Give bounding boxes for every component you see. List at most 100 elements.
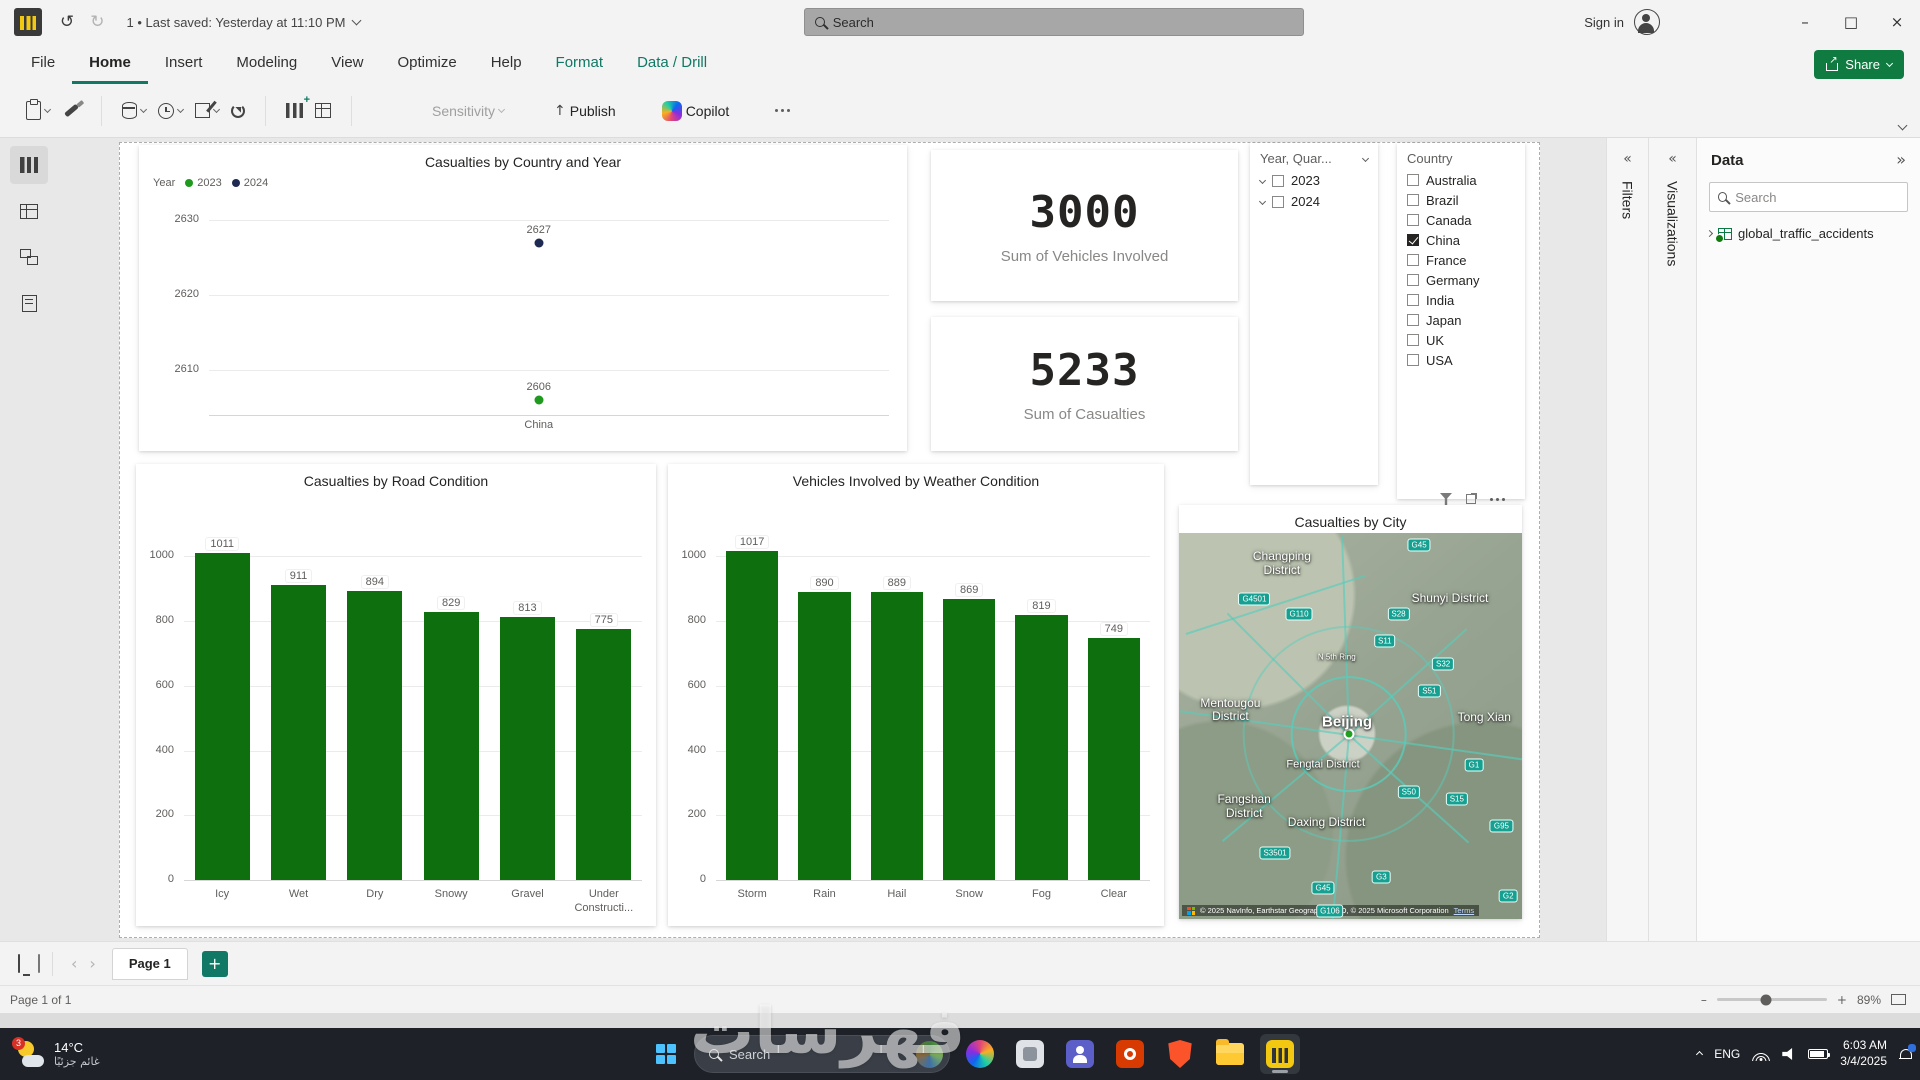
- text-box-button[interactable]: [311, 99, 335, 122]
- publish-button[interactable]: Publish: [550, 98, 620, 123]
- checkbox[interactable]: [1407, 354, 1419, 366]
- expand-chevron-icon[interactable]: [1259, 198, 1266, 205]
- slicer-header[interactable]: Year, Quar...: [1250, 143, 1378, 170]
- share-button[interactable]: Share: [1814, 50, 1904, 79]
- report-view-button[interactable]: [10, 146, 48, 184]
- map-terms-link[interactable]: Terms: [1454, 906, 1474, 915]
- close-button[interactable]: [1874, 0, 1920, 44]
- menu-tab[interactable]: View: [314, 44, 380, 84]
- collapse-ribbon-button[interactable]: [1899, 116, 1906, 134]
- menu-tab[interactable]: Format: [539, 44, 621, 84]
- slicer-year[interactable]: Year, Quar... 2023 2024: [1250, 143, 1378, 485]
- slicer-item[interactable]: Canada: [1397, 210, 1525, 230]
- checkbox[interactable]: [1407, 314, 1419, 326]
- expand-pane-icon[interactable]: [1649, 150, 1696, 167]
- sign-in-area[interactable]: Sign in: [1584, 0, 1660, 44]
- scatter-chart-casualties-by-country-year[interactable]: Casualties by Country and Year Year 2023…: [139, 145, 907, 451]
- bar-icy[interactable]: [195, 553, 250, 880]
- format-painter-button[interactable]: [58, 98, 85, 123]
- slicer-item[interactable]: Japan: [1397, 310, 1525, 330]
- legend-item[interactable]: 2024: [232, 177, 268, 189]
- map-casualties-by-city[interactable]: Casualties by City © 20: [1179, 505, 1522, 919]
- wifi-icon[interactable]: [1752, 1048, 1770, 1061]
- start-button[interactable]: [648, 1036, 684, 1072]
- expand-chevron-icon[interactable]: [1259, 177, 1266, 184]
- checkbox[interactable]: [1272, 196, 1284, 208]
- dax-query-view-button[interactable]: [10, 284, 48, 322]
- focus-mode-icon[interactable]: [1466, 494, 1476, 504]
- bar-dry[interactable]: [347, 591, 402, 880]
- next-page-button[interactable]: [83, 954, 101, 974]
- collapse-pane-icon[interactable]: [1896, 150, 1906, 170]
- search-input[interactable]: [833, 15, 1293, 30]
- visualizations-pane-collapsed[interactable]: Visualizations: [1648, 138, 1696, 941]
- powerbi-app-icon[interactable]: [14, 8, 42, 36]
- language-indicator[interactable]: ENG: [1714, 1047, 1740, 1061]
- recent-sources-button[interactable]: [154, 99, 187, 123]
- bar-wet[interactable]: [271, 585, 326, 880]
- slicer-item[interactable]: UK: [1397, 330, 1525, 350]
- menu-tab[interactable]: Home: [72, 44, 148, 84]
- slicer-item[interactable]: USA: [1397, 350, 1525, 370]
- copilot-button[interactable]: Copilot: [658, 97, 734, 125]
- weather-widget[interactable]: 3 14°C غائم جزئيًا: [8, 1028, 108, 1080]
- slicer-item[interactable]: China: [1397, 230, 1525, 250]
- slicer-item[interactable]: 2023: [1250, 170, 1378, 191]
- maximize-button[interactable]: [1828, 0, 1874, 44]
- bar-fog[interactable]: [1015, 615, 1067, 880]
- menu-tab[interactable]: Modeling: [219, 44, 314, 84]
- bar-chart-weather-condition[interactable]: Vehicles Involved by Weather Condition 0…: [668, 464, 1164, 926]
- window-icon[interactable]: [1010, 1034, 1050, 1074]
- teams-icon[interactable]: [1060, 1034, 1100, 1074]
- legend-item[interactable]: 2023: [185, 177, 221, 189]
- refresh-button[interactable]: [227, 100, 249, 122]
- zoom-slider-handle[interactable]: [1761, 994, 1772, 1005]
- zoom-in-button[interactable]: [1837, 993, 1847, 1007]
- card-sum-casualties[interactable]: 5233 Sum of Casualties: [931, 317, 1238, 451]
- bar-gravel[interactable]: [500, 617, 555, 880]
- paste-button[interactable]: [22, 97, 54, 124]
- table-view-button[interactable]: [10, 192, 48, 230]
- checkbox[interactable]: [1272, 175, 1284, 187]
- expand-table-icon[interactable]: [1706, 230, 1713, 237]
- data-search-input[interactable]: [1735, 190, 1899, 205]
- titlebar-search[interactable]: [804, 8, 1304, 36]
- battery-icon[interactable]: [1808, 1049, 1828, 1059]
- map-area[interactable]: © 2025 NavInfo, Earthstar Geographics SI…: [1179, 533, 1522, 919]
- page-tab[interactable]: Page 1: [112, 948, 188, 980]
- checkbox[interactable]: [1407, 274, 1419, 286]
- office-icon[interactable]: [1110, 1034, 1150, 1074]
- slicer-item[interactable]: India: [1397, 290, 1525, 310]
- report-page[interactable]: Casualties by Country and Year Year 2023…: [119, 142, 1540, 938]
- checkbox[interactable]: [1407, 254, 1419, 266]
- hidden-icons-chevron[interactable]: [1696, 1050, 1703, 1057]
- new-page-button[interactable]: [202, 951, 228, 977]
- bar-rain[interactable]: [798, 592, 850, 880]
- slicer-item[interactable]: Brazil: [1397, 190, 1525, 210]
- checkbox[interactable]: [1407, 174, 1419, 186]
- account-avatar-icon[interactable]: [1634, 9, 1660, 35]
- bar-hail[interactable]: [871, 592, 923, 880]
- menu-tab[interactable]: Optimize: [381, 44, 474, 84]
- slicer-item[interactable]: Australia: [1397, 170, 1525, 190]
- checkbox[interactable]: [1407, 334, 1419, 346]
- zoom-slider[interactable]: [1717, 998, 1827, 1001]
- slicer-item[interactable]: France: [1397, 250, 1525, 270]
- card-sum-vehicles[interactable]: 3000 Sum of Vehicles Involved: [931, 150, 1238, 301]
- brave-icon[interactable]: [1160, 1034, 1200, 1074]
- slicer-item[interactable]: Germany: [1397, 270, 1525, 290]
- data-point-2023[interactable]: [534, 396, 543, 405]
- bar-under-constructi-[interactable]: [576, 629, 631, 880]
- taskbar-search-input[interactable]: [729, 1047, 906, 1062]
- desktop-layout-button[interactable]: [18, 955, 20, 973]
- data-search-box[interactable]: [1709, 182, 1908, 212]
- checkbox[interactable]: [1407, 294, 1419, 306]
- slicer-country[interactable]: Country Australia Brazil Canada: [1397, 143, 1525, 499]
- bar-storm[interactable]: [726, 551, 778, 880]
- mobile-layout-button[interactable]: [38, 955, 40, 973]
- fit-to-page-button[interactable]: [1891, 994, 1906, 1005]
- checkbox[interactable]: [1407, 214, 1419, 226]
- slicer-header[interactable]: Country: [1397, 143, 1525, 170]
- previous-page-button[interactable]: [65, 954, 83, 974]
- minimize-button[interactable]: [1782, 0, 1828, 44]
